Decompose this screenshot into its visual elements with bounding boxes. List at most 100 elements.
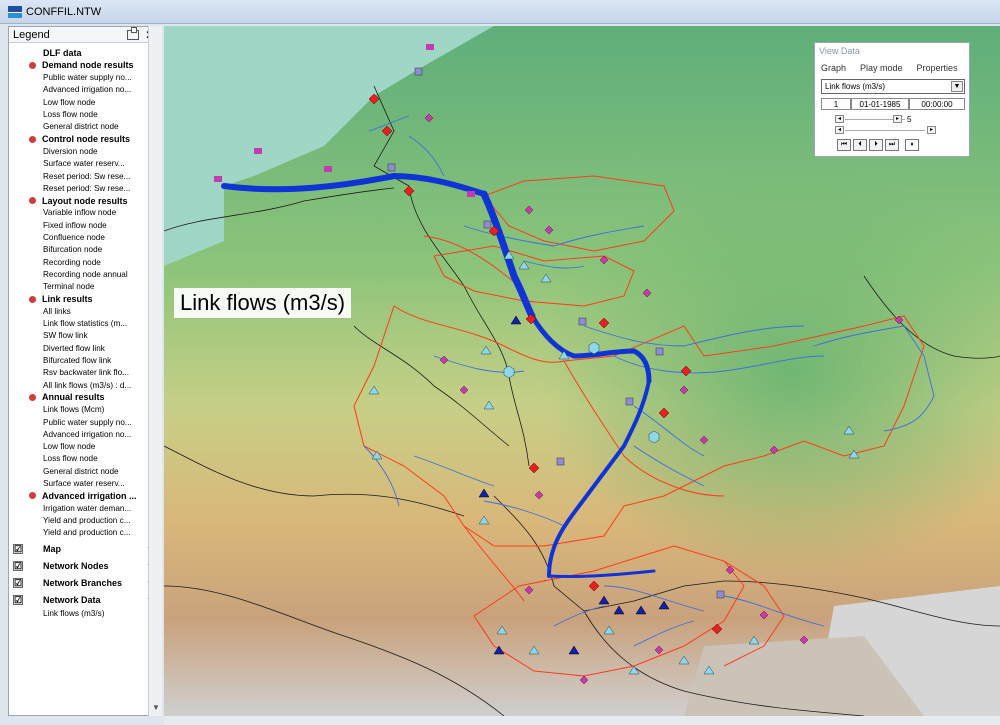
layer-checkbox[interactable]: ☑ <box>13 578 23 588</box>
speed-value: 5 <box>907 115 912 124</box>
legend-item-label: Fixed inflow node <box>43 220 107 230</box>
pin-icon[interactable] <box>126 26 139 40</box>
first-frame-icon[interactable]: ⏮ <box>837 139 851 151</box>
legend-item[interactable]: Loss flow node <box>9 109 159 121</box>
group-bullet-icon <box>29 295 36 303</box>
prev-frame-icon[interactable]: ⏴ <box>853 139 867 151</box>
position-slider[interactable] <box>845 130 925 138</box>
data-select[interactable]: Link flows (m3/s) ▼ <box>821 79 965 94</box>
layer-label: Map <box>43 544 61 554</box>
layer-sub-label: Link flows (m3/s) <box>43 608 105 618</box>
legend-item[interactable]: Diversion node <box>9 145 159 157</box>
legend-item[interactable]: Fixed inflow node <box>9 219 159 231</box>
legend-item[interactable]: Advanced irrigation no... <box>9 428 159 440</box>
legend-item[interactable]: Surface water reserv... <box>9 478 159 490</box>
map-horizontal-scrollbar[interactable] <box>164 716 1000 725</box>
menu-properties[interactable]: Properties <box>917 63 958 73</box>
legend-item[interactable]: Terminal node <box>9 281 159 293</box>
legend-item-label: Bifurcated flow link <box>43 356 112 365</box>
legend-item[interactable]: All link flows (m3/s) : d... <box>9 379 159 391</box>
legend-item-label: Advanced irrigation no... <box>43 85 132 95</box>
position-right-button[interactable]: ▸ <box>927 126 936 134</box>
legend-item[interactable]: Reset period: Sw rese... <box>9 170 159 182</box>
map-overlay-label: Link flows (m3/s) <box>174 288 352 318</box>
date-field[interactable]: 01-01-1985 <box>851 98 909 110</box>
legend-item[interactable]: Low flow node <box>9 96 159 108</box>
legend-item-label: Loss flow node <box>43 110 98 119</box>
layer-row[interactable]: ☑Map▼ <box>9 542 159 556</box>
legend-item[interactable]: General district node <box>9 465 159 477</box>
next-frame-icon[interactable]: ⏵ <box>869 139 883 151</box>
menu-play-mode[interactable]: Play mode <box>860 63 903 73</box>
legend-item-label: Reset period: Sw rese... <box>43 171 131 181</box>
legend-item[interactable]: Bifurcated flow link <box>9 355 159 367</box>
legend-item[interactable]: Variable inflow node <box>9 207 159 219</box>
legend-group[interactable]: Annual results <box>9 391 159 403</box>
layer-label: Network Nodes <box>43 561 109 571</box>
legend-item[interactable]: Yield and production c... <box>9 527 159 539</box>
layer-checkbox[interactable]: ☑ <box>13 561 23 571</box>
view-data-title: View Data <box>819 46 860 56</box>
legend-item-label: Control node results <box>42 134 131 145</box>
legend-item[interactable]: Link flow statistics (m... <box>9 318 159 330</box>
legend-item[interactable]: Public water supply no... <box>9 416 159 428</box>
legend-item[interactable]: Confluence node <box>9 232 159 244</box>
legend-item-label: Public water supply no... <box>43 417 132 427</box>
legend-scrollbar[interactable]: ▼ <box>148 26 162 716</box>
legend-item[interactable]: Bifurcation node <box>9 244 159 256</box>
legend-group[interactable]: Demand node results <box>9 59 159 71</box>
legend-item[interactable]: Low flow node <box>9 441 159 453</box>
step-field[interactable]: 1 <box>821 98 851 110</box>
layer-sub-item[interactable]: Link flows (m3/s) <box>9 606 159 620</box>
scroll-down-icon[interactable]: ▼ <box>152 703 160 712</box>
legend-header: Legend ✕ <box>9 26 159 43</box>
legend-item-label: Annual results <box>42 392 105 403</box>
legend-group[interactable]: DLF data <box>9 47 159 59</box>
legend-group[interactable]: Control node results <box>9 133 159 145</box>
legend-item[interactable]: Reset period: Sw rese... <box>9 182 159 194</box>
legend-item[interactable]: Recording node annual <box>9 268 159 280</box>
legend-item[interactable]: General district node <box>9 121 159 133</box>
legend-item-label: Surface water reserv... <box>43 479 125 488</box>
legend-item[interactable]: All links <box>9 305 159 317</box>
legend-group[interactable]: Layout node results <box>9 195 159 207</box>
legend-item[interactable]: Recording node <box>9 256 159 268</box>
last-frame-icon[interactable]: ⏭ <box>885 139 899 151</box>
legend-group[interactable]: Advanced irrigation ... <box>9 490 159 502</box>
legend-item[interactable]: Irrigation water deman... <box>9 502 159 514</box>
chevron-down-icon[interactable]: ▼ <box>951 81 963 92</box>
legend-item-label: Link results <box>42 294 93 304</box>
menu-graph[interactable]: Graph <box>821 63 846 73</box>
layer-row[interactable]: ☑Network Branches▼ <box>9 576 159 590</box>
slider-left-button[interactable]: ◂ <box>835 115 844 123</box>
legend-item[interactable]: Yield and production c... <box>9 514 159 526</box>
legend-item-label: Link flows (Mcm) <box>43 405 105 415</box>
layer-checkbox[interactable]: ☑ <box>13 595 23 605</box>
legend-item[interactable]: Advanced irrigation no... <box>9 84 159 96</box>
legend-item-label: Yield and production c... <box>43 528 131 538</box>
legend-group[interactable]: Link results <box>9 293 159 305</box>
layer-row[interactable]: ☑Network Data▼ <box>9 593 159 607</box>
legend-item-label: Surface water reserv... <box>43 159 125 169</box>
legend-item-label: Terminal node <box>43 282 95 292</box>
legend-item[interactable]: Rsv backwater link flo... <box>9 367 159 379</box>
group-bullet-icon <box>29 492 36 500</box>
layer-row[interactable]: ☑Network Nodes▼ <box>9 559 159 573</box>
legend-item-label: Link flow statistics (m... <box>43 319 128 329</box>
slider-right-button[interactable]: ▸ <box>893 115 902 123</box>
legend-item-label: Layout node results <box>42 195 128 206</box>
group-bullet-icon <box>29 61 36 69</box>
legend-item[interactable]: Diverted flow link <box>9 342 159 354</box>
legend-item[interactable]: Surface water reserv... <box>9 158 159 170</box>
layer-checkbox[interactable]: ☑ <box>13 544 23 554</box>
legend-item-label: Diversion node <box>43 146 98 156</box>
legend-item[interactable]: Public water supply no... <box>9 72 159 84</box>
legend-item[interactable]: Loss flow node <box>9 453 159 465</box>
legend-item-label: Irrigation water deman... <box>43 503 132 513</box>
pause-icon[interactable]: ⏸ <box>905 139 919 151</box>
legend-item-label: Variable inflow node <box>43 208 117 218</box>
legend-item[interactable]: Link flows (Mcm) <box>9 404 159 416</box>
position-left-button[interactable]: ◂ <box>835 126 844 134</box>
time-field[interactable]: 00:00:00 <box>909 98 965 110</box>
legend-item[interactable]: SW flow link <box>9 330 159 342</box>
